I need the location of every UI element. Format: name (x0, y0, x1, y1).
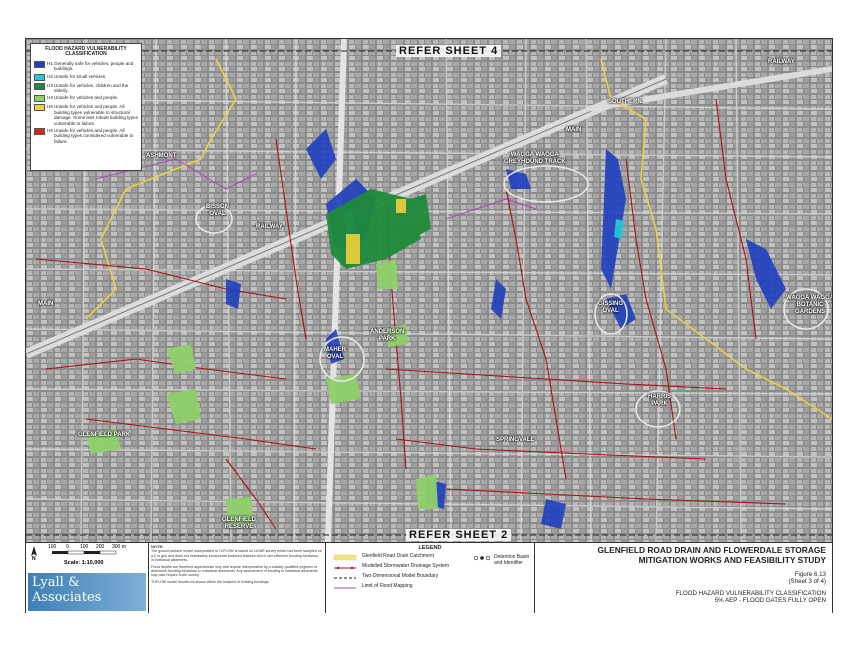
figure-label: Figure 6.13 (794, 571, 826, 578)
hazard-text: Unsafe for vehicles and people. All buil… (54, 104, 139, 126)
scale-tick: 100 (80, 544, 89, 550)
project-title-2: MITIGATION WORKS AND FEASIBILITY STUDY (638, 554, 826, 565)
logo-text-1: Lyall & (32, 575, 80, 590)
label-wagga-track: WAGGA WAGGA GREYHOUND TRACK (504, 152, 566, 165)
hazard-swatch-h3 (34, 82, 45, 90)
hazard-code: H5 (47, 104, 53, 110)
label-main-w: MAIN (38, 301, 54, 307)
company-logo: Lyall & Associates (28, 573, 146, 611)
note-paragraph: Flood depths are therefore approximate o… (151, 564, 318, 578)
scale-label: Scale: 1:10,000 (64, 560, 104, 566)
map-panel: REFER SHEET 4 REFER SHEET 2 RAILWAY SOUT… (26, 39, 832, 542)
label-railway-ne: RAILWAY (768, 59, 795, 65)
hazard-swatch-h2 (34, 73, 45, 81)
refer-sheet-bottom: REFER SHEET 2 (406, 529, 512, 541)
label-bisson-oval: BISSON OVAL (206, 204, 230, 217)
hazard-swatch-h5 (34, 104, 45, 112)
label-southern: SOUTHERN (608, 99, 642, 105)
hazard-legend-row: H6 Unsafe for vehicles and people. All b… (34, 128, 138, 144)
label-railway-w: RAILWAY (256, 224, 283, 230)
label-main-ne: MAIN (566, 127, 582, 133)
note-paragraph: TUFLOW model results not shown within th… (151, 579, 270, 584)
label-ashmont: ASHMONT (146, 153, 177, 159)
figure-title: FLOOD HAZARD VULNERABILITY CLASSIFICATIO… (676, 590, 826, 604)
hazard-legend-title: FLOOD HAZARD VULNERABILITY CLASSIFICATIO… (45, 46, 127, 58)
refer-sheet-top: REFER SHEET 4 (396, 45, 502, 57)
scale-panel: N 100 0 100 200 300 m Scale: 1:10,000 Ly… (26, 543, 149, 613)
label-wagga-gardens: WAGGA WAGGA BOTANIC GARDENS (786, 295, 832, 315)
logo-text-2: Associates (32, 590, 102, 605)
legend-detention: Detention Basin and Identifier (494, 554, 530, 566)
hazard-legend-row: H3 Unsafe for vehicles, children and the… (34, 82, 138, 94)
notes-panel: NOTE: The ground surface model incorpora… (148, 543, 326, 613)
hazard-text: Unsafe for vehicles and people. All buil… (54, 128, 134, 144)
label-maher-oval: MAHER OVAL (324, 347, 346, 360)
legend-item: Modelled Stormwater Drainage System (362, 563, 449, 569)
legend-item: Glenfield Road Drain Catchment (362, 553, 434, 559)
legend-title: LEGEND (418, 545, 442, 551)
label-harris-park: HARRIS PARK (648, 394, 672, 407)
hazard-code: H4 (47, 95, 53, 101)
title-block: N 100 0 100 200 300 m Scale: 1:10,000 Ly… (26, 542, 832, 613)
hazard-text: Unsafe for vehicles and people. (54, 95, 119, 101)
hazard-code: H1 (47, 60, 53, 66)
hazard-legend-row: H4 Unsafe for vehicles and people. (34, 95, 138, 103)
map-canvas (26, 39, 832, 542)
hazard-text: Generally safe for vehicles, people and … (54, 60, 134, 72)
scale-tick: 0 (66, 544, 69, 550)
hazard-legend-row: H5 Unsafe for vehicles and people. All b… (34, 104, 138, 126)
hazard-swatch-h6 (34, 128, 45, 136)
scale-tick: 200 (96, 544, 105, 550)
hazard-swatch-h1 (34, 60, 45, 68)
legend-item: Two-Dimensional Model Boundary (362, 573, 439, 579)
north-label: N (32, 556, 36, 562)
label-glenfield-park: GLENFIELD PARK (78, 432, 131, 438)
label-anderson-park: ANDERSON PARK (370, 329, 405, 342)
sheet-label: (Sheet 3 of 4) (788, 578, 827, 586)
label-gissing-oval: GISSING OVAL (598, 301, 624, 314)
figure-number: Figure 6.13 (Sheet 3 of 4) (789, 571, 827, 585)
hazard-legend-row: H1 Generally safe for vehicles, people a… (34, 60, 138, 72)
legend-panel: LEGEND Glenfield Road Drain Catchment Mo… (326, 543, 535, 613)
note-paragraph: The ground surface model incorporated in… (151, 549, 322, 563)
hazard-swatch-h4 (34, 95, 45, 103)
hazard-code: H2 (47, 73, 53, 79)
label-springvale: SPRINGVALE (496, 437, 535, 443)
hazard-text: Unsafe for small vehicles. (54, 73, 107, 79)
hazard-text: Unsafe for vehicles, children and the el… (54, 82, 129, 94)
north-arrow-icon (31, 546, 37, 556)
scale-tick: 100 (48, 544, 57, 550)
project-title: GLENFIELD ROAD DRAIN AND FLOWERDALE STOR… (598, 545, 826, 565)
legend-item: Limit of Flood Mapping (362, 583, 413, 589)
figure-title-1: FLOOD HAZARD VULNERABILITY CLASSIFICATIO… (675, 590, 826, 597)
label-glenfield-reserve: GLENFIELD RESERVE (222, 517, 256, 530)
hazard-code: H3 (47, 82, 53, 88)
hazard-code: H6 (47, 128, 53, 134)
figure-title-2: 5% AEP - FLOOD GATES FULLY OPEN (714, 597, 826, 605)
hazard-legend-row: H2 Unsafe for small vehicles. (34, 73, 138, 81)
map-sheet: REFER SHEET 4 REFER SHEET 2 RAILWAY SOUT… (25, 38, 833, 613)
title-panel: GLENFIELD ROAD DRAIN AND FLOWERDALE STOR… (534, 543, 832, 613)
hazard-legend: FLOOD HAZARD VULNERABILITY CLASSIFICATIO… (30, 43, 142, 171)
scale-tick: 300 m (112, 544, 126, 550)
